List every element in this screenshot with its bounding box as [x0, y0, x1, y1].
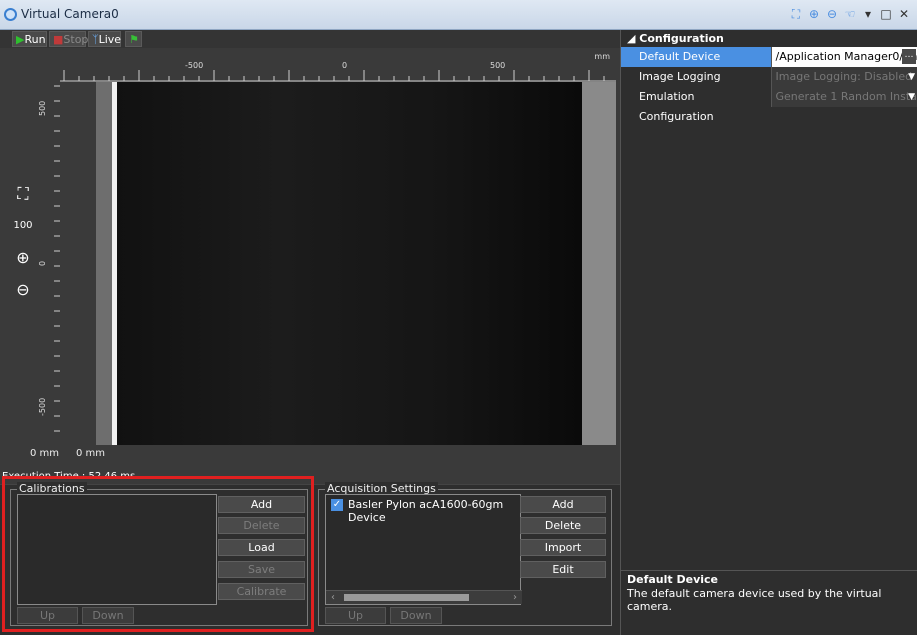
acquisition-up-button[interactable]: Up [325, 607, 386, 624]
acquisition-settings-group: Acquisition Settings ✓ Basler Pylon acA1… [318, 482, 612, 626]
dropdown-arrow-icon[interactable]: ▼ [908, 87, 915, 107]
origin-y-label: 0 mm [76, 448, 106, 459]
marker-button[interactable]: ⚑ [125, 31, 142, 47]
flag-icon: ⚑ [129, 33, 139, 46]
zoom-100-icon[interactable]: 100 [12, 215, 34, 237]
camera-image[interactable] [96, 82, 616, 445]
ruler-top-label: -500 [185, 61, 204, 70]
window-titlebar: Virtual Camera0 ⛶ ⊕ ⊖ ☜ ▾ □ ✕ [0, 0, 917, 30]
highlight-box [2, 476, 314, 632]
property-value[interactable]: Generate 1 Random Instanc ▼ [770, 87, 917, 107]
property-key: Image Logging [621, 67, 771, 87]
ruler-top-label: 0 [342, 61, 348, 70]
browse-icon[interactable]: … [902, 49, 916, 64]
ruler-left-label: 500 [38, 100, 47, 116]
ruler-left: 500 0 -500 [36, 84, 60, 444]
run-button[interactable]: ▶Run [12, 31, 47, 47]
origin-labels: 0 mm 0 mm [0, 445, 620, 470]
description-title: Default Device [627, 573, 719, 586]
collapse-icon[interactable]: ◢ [627, 32, 639, 45]
stop-icon: ■ [53, 33, 64, 46]
acquisition-delete-button[interactable]: Delete [520, 517, 606, 534]
description-text: The default camera device used by the vi… [627, 587, 882, 613]
checkbox-checked-icon[interactable]: ✓ [331, 499, 343, 511]
property-row-image-logging[interactable]: Image Logging Image Logging: Disabled ▼ [621, 67, 917, 87]
live-icon: ᛉ [92, 33, 99, 46]
configuration-section[interactable]: ◢ Configuration [621, 30, 917, 47]
ruler-left-label: 0 [38, 260, 47, 266]
acquisition-add-button[interactable]: Add [520, 496, 606, 513]
acquisition-import-button[interactable]: Import [520, 539, 606, 556]
scroll-right-icon[interactable]: › [508, 591, 522, 604]
stop-button[interactable]: ■Stop [49, 31, 88, 47]
acquisition-device-item[interactable]: Basler Pylon acA1600-60gm Device [348, 498, 520, 524]
fit-view-icon[interactable]: ⛶ [789, 7, 803, 22]
dropdown-arrow-icon[interactable]: ▼ [908, 67, 915, 87]
property-key: Emulation Configuration [621, 87, 771, 123]
live-button[interactable]: ᛉLive [88, 31, 121, 47]
ruler-top: -500 0 500 mm [60, 48, 616, 82]
scroll-left-icon[interactable]: ‹ [326, 591, 340, 604]
property-value[interactable]: Image Logging: Disabled ▼ [770, 67, 917, 87]
zoom-tools: ⛶ 100 ⊕ ⊖ [12, 183, 36, 311]
image-viewer[interactable]: -500 0 500 mm 500 0 -500 ⛶ 100 ⊕ ⊖ 0 mm … [0, 48, 620, 470]
dropdown-arrow-icon[interactable]: ▾ [861, 7, 875, 22]
fit-to-window-icon[interactable]: ⛶ [12, 183, 34, 205]
properties-panel: ◢ Configuration Default Device /Applicat… [620, 30, 917, 635]
acquisition-down-button[interactable]: Down [390, 607, 442, 624]
titlebar-tools: ⛶ ⊕ ⊖ ☜ ▾ □ ✕ [789, 7, 911, 22]
camera-icon [4, 8, 17, 21]
zoom-in-icon[interactable]: ⊕ [12, 247, 34, 269]
close-icon[interactable]: ✕ [897, 7, 911, 22]
zoom-in-icon[interactable]: ⊕ [807, 7, 821, 22]
window-title: Virtual Camera0 [21, 7, 119, 21]
ruler-top-label: 500 [490, 61, 506, 70]
camera-toolbar: ▶Run ■Stop ᛉLive ⚑ [0, 30, 620, 48]
ruler-unit: mm [594, 52, 610, 61]
horizontal-scrollbar[interactable]: ‹ › [326, 590, 522, 604]
acquisition-edit-button[interactable]: Edit [520, 561, 606, 578]
property-description: Default Device The default camera device… [621, 570, 917, 635]
ruler-left-label: -500 [38, 397, 47, 416]
origin-x-label: 0 mm [30, 448, 60, 459]
maximize-icon[interactable]: □ [879, 7, 893, 22]
acquisition-device-list[interactable]: ✓ Basler Pylon acA1600-60gm Device ‹ › [325, 494, 522, 605]
zoom-out-icon[interactable]: ⊖ [825, 7, 839, 22]
property-row-emulation-configuration[interactable]: Emulation Configuration Generate 1 Rando… [621, 87, 917, 123]
property-value[interactable]: /Application Manager0/Ca… [770, 47, 917, 67]
zoom-out-icon[interactable]: ⊖ [12, 279, 34, 301]
property-row-default-device[interactable]: Default Device /Application Manager0/Ca… [621, 47, 917, 67]
property-key: Default Device [621, 47, 771, 67]
pan-icon[interactable]: ☜ [843, 7, 857, 22]
